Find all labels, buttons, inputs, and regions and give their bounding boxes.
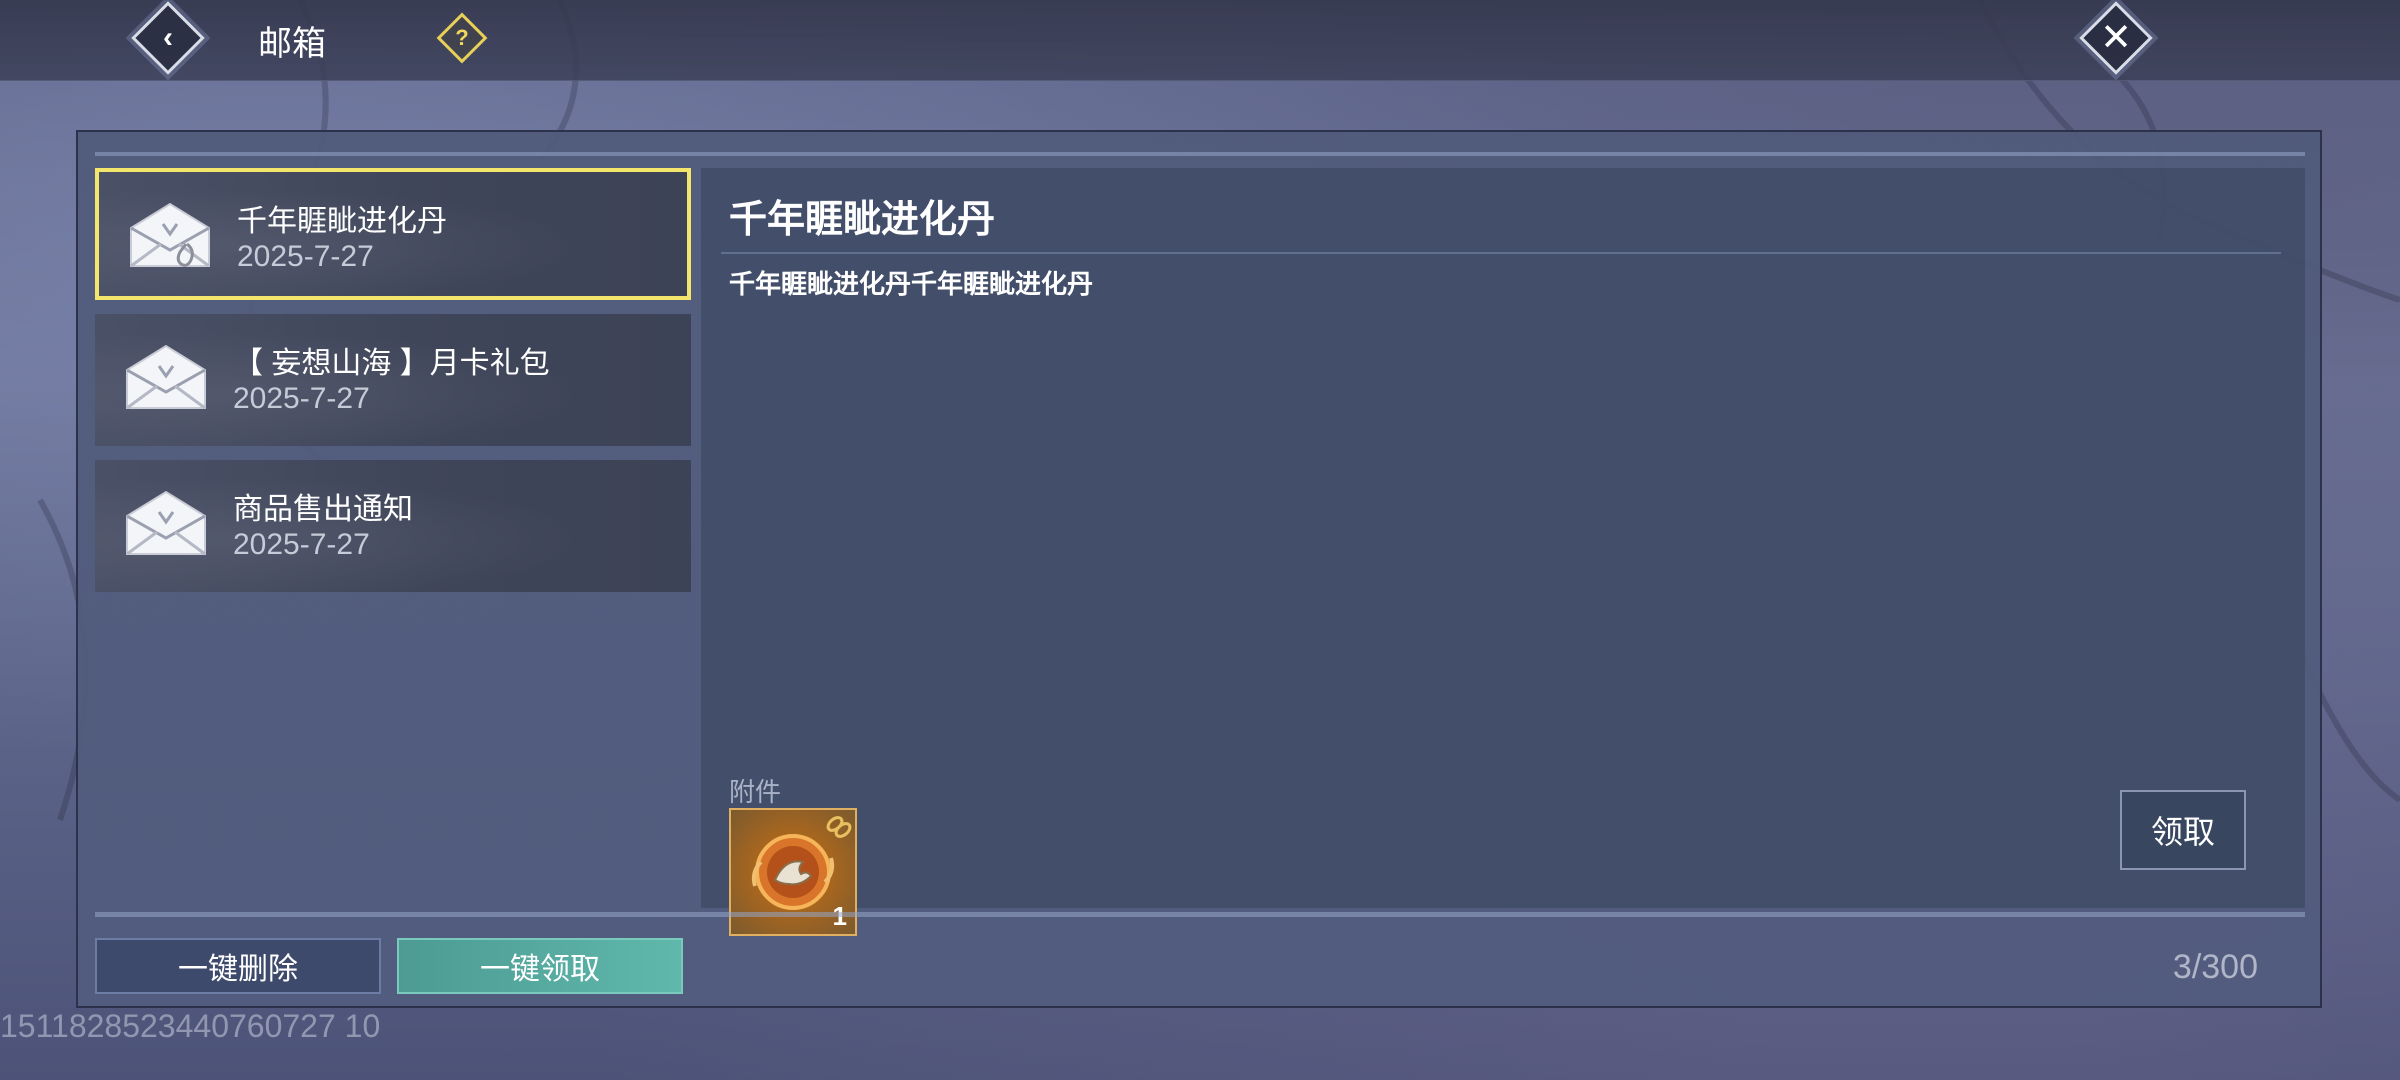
player-uid: 1511828523440760727 10 — [0, 1008, 381, 1044]
back-button[interactable]: ‹ — [131, 1, 205, 75]
panel-divider-bottom — [95, 912, 2305, 917]
panel-divider-top — [95, 152, 2305, 156]
mail-title: 【 妄想山海 】月卡礼包 — [233, 347, 550, 380]
mail-date: 2025-7-27 — [233, 528, 370, 561]
back-arrow-icon: ‹ — [163, 21, 173, 54]
mail-icon — [126, 344, 206, 410]
mail-detail: 千年睚眦进化丹 千年睚眦进化丹千年睚眦进化丹 附件 1 领取 — [701, 168, 2305, 936]
top-bar: ‹ 邮箱 ? ✕ — [0, 0, 2400, 81]
mailbox-panel: 千年睚眦进化丹 2025-7-27 【 妄想山海 】月卡礼包 2025-7-27… — [76, 130, 2322, 1008]
mail-item[interactable]: 千年睚眦进化丹 2025-7-27 — [95, 168, 691, 300]
mail-title: 商品售出通知 — [233, 493, 413, 526]
link-icon — [826, 816, 852, 838]
help-button[interactable]: ? — [436, 12, 488, 64]
mail-icon — [126, 490, 206, 556]
mail-attachment-icon — [130, 202, 210, 268]
detail-divider — [721, 252, 2281, 254]
claim-button[interactable]: 领取 — [2120, 790, 2246, 870]
claim-all-button[interactable]: 一键领取 — [397, 938, 683, 994]
mail-title: 千年睚眦进化丹 — [237, 205, 447, 238]
page-title: 邮箱 — [258, 25, 326, 63]
delete-all-button[interactable]: 一键删除 — [95, 938, 381, 994]
mail-date: 2025-7-27 — [233, 382, 370, 415]
mail-detail-body: 千年睚眦进化丹千年睚眦进化丹 — [729, 269, 1094, 299]
question-icon: ? — [455, 25, 469, 50]
mail-item[interactable]: 【 妄想山海 】月卡礼包 2025-7-27 — [95, 314, 691, 446]
attachment-label: 附件 — [729, 777, 782, 807]
mail-date: 2025-7-27 — [237, 240, 374, 273]
close-icon: ✕ — [2100, 17, 2132, 59]
mail-item[interactable]: 商品售出通知 2025-7-27 — [95, 460, 691, 592]
close-button[interactable]: ✕ — [2079, 1, 2153, 75]
mail-count: 3/300 — [2172, 948, 2258, 986]
mail-detail-title: 千年睚眦进化丹 — [729, 199, 996, 241]
